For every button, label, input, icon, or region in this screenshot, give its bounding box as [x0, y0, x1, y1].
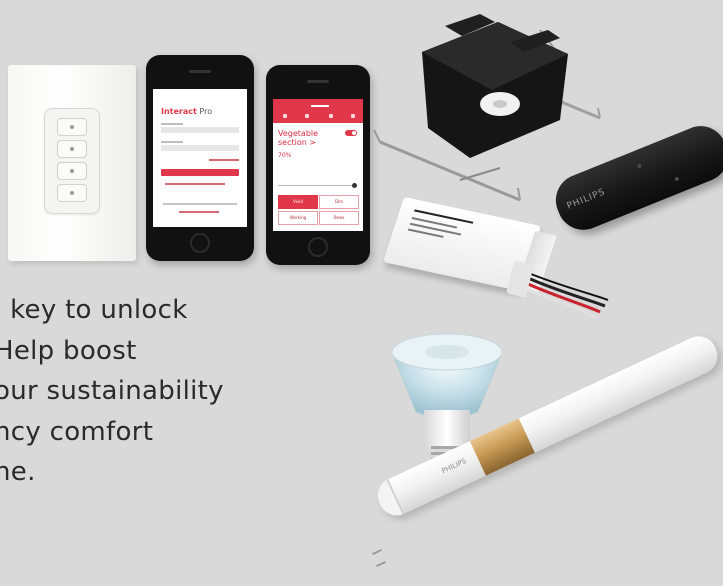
copy-line: ne.	[0, 457, 36, 487]
product-showcase: Interact Pro Vegetable section > 70% Viv…	[0, 0, 723, 586]
tube-brand: PHILIPS	[440, 457, 468, 476]
copy-line: l key to unlock	[0, 295, 188, 325]
tube-pins	[372, 545, 396, 573]
copy-line: Help boost	[0, 335, 137, 366]
copy-line: ncy comfort	[0, 416, 154, 447]
copy-line: our sustainability	[0, 376, 224, 406]
marketing-copy: l key to unlock Help boost our sustainab…	[0, 290, 324, 493]
